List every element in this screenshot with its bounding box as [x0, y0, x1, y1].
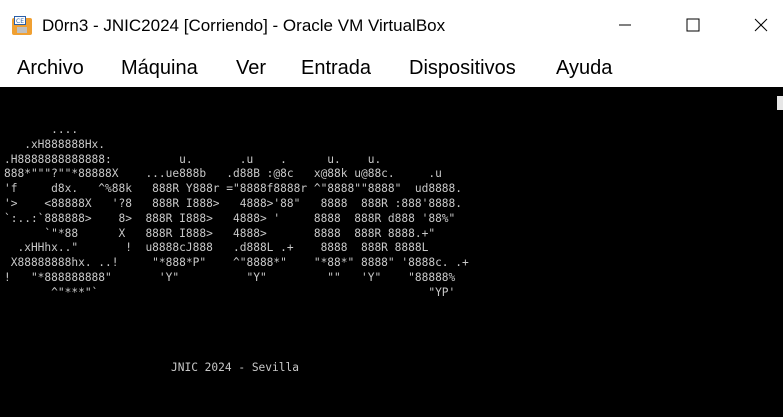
window-titlebar[interactable]: CE D0rn3 - JNIC2024 [Corriendo] - Oracle…	[0, 0, 783, 50]
vm-display[interactable]: .... .xH888888Hx. .H8888888888888: u. .u…	[0, 87, 783, 417]
display-edge-scroll-handle[interactable]	[777, 96, 783, 110]
close-button[interactable]	[738, 0, 783, 50]
console-footer-text: JNIC 2024 - Sevilla	[171, 361, 299, 374]
menu-maquina[interactable]: Máquina	[121, 56, 198, 80]
menu-dispositivos[interactable]: Dispositivos	[409, 56, 516, 80]
menu-bar: Archivo Máquina Ver Entrada Dispositivos…	[0, 50, 783, 87]
maximize-button[interactable]	[666, 0, 720, 50]
minimize-icon	[619, 24, 631, 26]
svg-text:CE: CE	[16, 18, 24, 25]
window-title: D0rn3 - JNIC2024 [Corriendo] - Oracle VM…	[42, 16, 446, 35]
menu-entrada[interactable]: Entrada	[301, 56, 371, 80]
console-ascii-banner: .... .xH888888Hx. .H8888888888888: u. .u…	[4, 123, 469, 299]
menu-ayuda[interactable]: Ayuda	[556, 56, 612, 80]
close-icon	[754, 18, 767, 32]
menu-ver[interactable]: Ver	[236, 56, 266, 80]
virtualbox-app-icon: CE	[12, 16, 32, 35]
maximize-icon	[686, 18, 700, 32]
menu-archivo[interactable]: Archivo	[17, 56, 84, 80]
minimize-button[interactable]	[598, 0, 652, 50]
